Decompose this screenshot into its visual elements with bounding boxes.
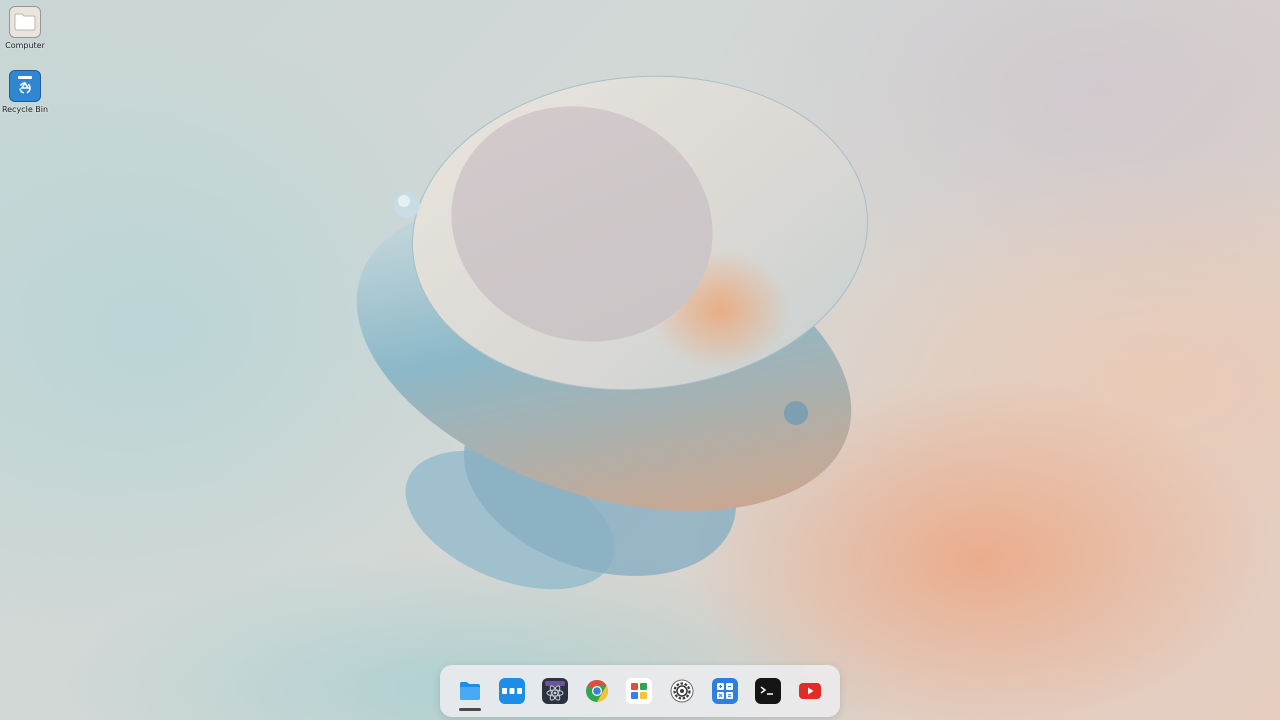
- floating-discs: [356, 75, 869, 590]
- launcher-dots-icon: [502, 688, 522, 694]
- dock-item-launcher[interactable]: [499, 678, 525, 704]
- dock-item-terminal[interactable]: [755, 678, 781, 704]
- folder-icon: [460, 682, 480, 700]
- dock: [440, 665, 840, 717]
- youtube-icon: [799, 683, 821, 699]
- dock-item-app-store[interactable]: [626, 678, 652, 704]
- desktop-icon-computer[interactable]: Computer: [0, 6, 52, 50]
- dock-item-chrome[interactable]: [584, 678, 610, 704]
- store-grid-icon: [631, 683, 647, 699]
- recycle-bin-icon: [9, 70, 41, 102]
- chrome-icon: [586, 680, 608, 702]
- desktop-icon-label: Recycle Bin: [1, 105, 49, 114]
- active-app-indicator: [459, 708, 481, 711]
- terminal-icon: [760, 686, 773, 695]
- wallpaper-art: [356, 75, 869, 590]
- dock-item-atom[interactable]: [542, 678, 568, 704]
- desktop-icon-recycle-bin[interactable]: Recycle Bin: [0, 70, 52, 114]
- dock-item-calculator[interactable]: [712, 678, 738, 704]
- folder-icon: [9, 6, 41, 38]
- desktop-icon-label: Computer: [5, 41, 45, 50]
- dock-item-settings[interactable]: [669, 678, 695, 704]
- dock-item-youtube[interactable]: [797, 678, 823, 704]
- dock-item-file-manager[interactable]: [457, 678, 483, 704]
- calculator-icon: [717, 683, 733, 699]
- gear-icon: [670, 679, 694, 703]
- atom-icon: [545, 681, 565, 701]
